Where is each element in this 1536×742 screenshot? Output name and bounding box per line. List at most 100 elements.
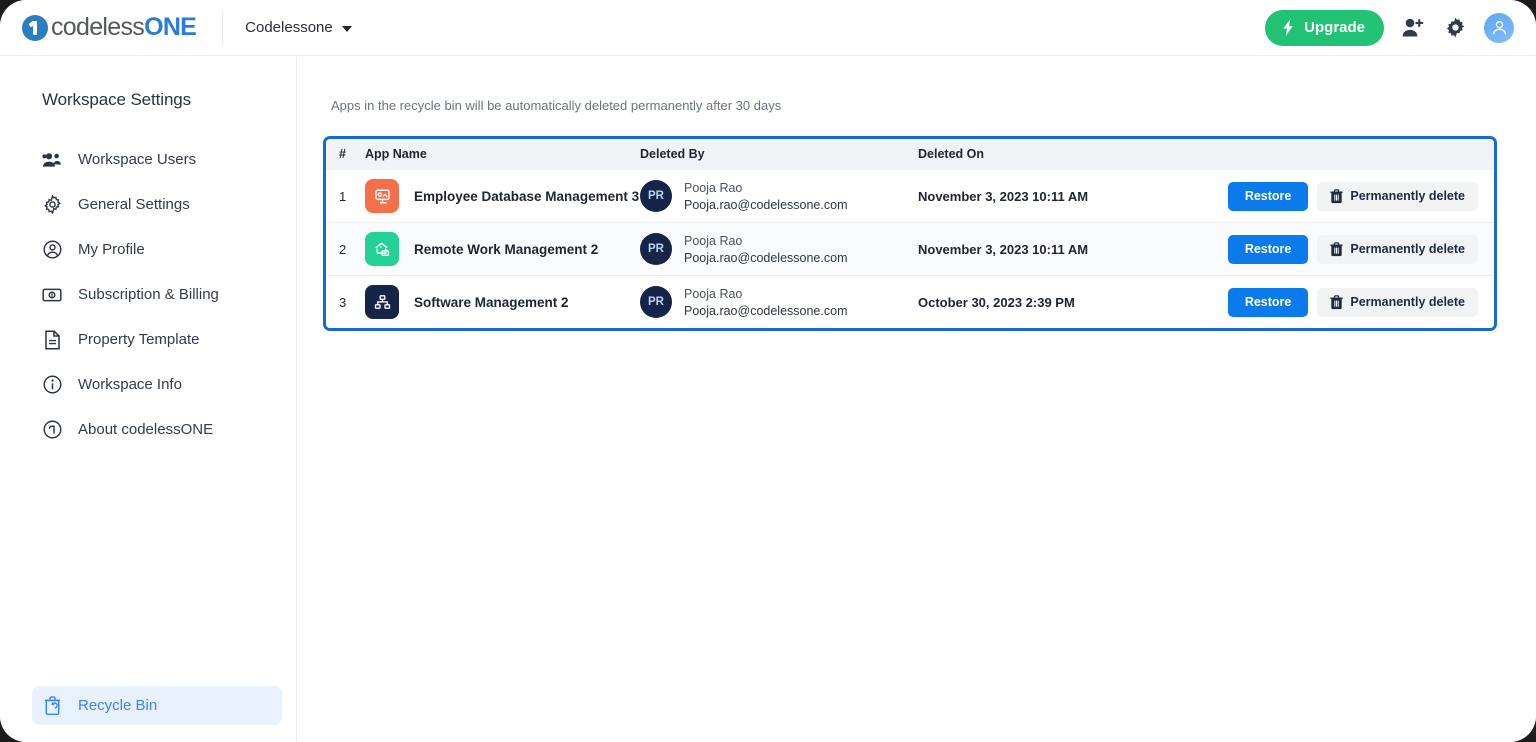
- user-circle-icon: [42, 240, 62, 260]
- permanently-delete-button[interactable]: Permanently delete: [1317, 287, 1478, 317]
- sidebar-nav-list: Workspace Users General Settings My Prof…: [32, 137, 282, 452]
- sidebar-item-recycle-bin[interactable]: Recycle Bin: [32, 686, 282, 725]
- sidebar-item-my-profile[interactable]: My Profile: [32, 227, 282, 272]
- upgrade-label: Upgrade: [1304, 19, 1365, 36]
- sidebar-item-label: Subscription & Billing: [78, 286, 219, 303]
- column-header-deleted-on: Deleted On: [918, 147, 984, 161]
- row-deleted-by-name: Pooja Rao: [684, 180, 743, 195]
- sidebar-item-subscription-billing[interactable]: Subscription & Billing: [32, 272, 282, 317]
- user-avatar[interactable]: [1484, 12, 1514, 43]
- row-deleted-by-name: Pooja Rao: [684, 286, 743, 301]
- row-index: 3: [339, 294, 347, 310]
- sidebar-item-workspace-info[interactable]: Workspace Info: [32, 362, 282, 407]
- sidebar-item-label: Workspace Users: [78, 151, 197, 168]
- add-user-icon: [1402, 18, 1424, 36]
- sidebar-item-label: Workspace Info: [78, 376, 182, 393]
- table-header-row: # App Name Deleted By Deleted On: [326, 139, 1494, 169]
- avatar: PR: [640, 180, 672, 212]
- sidebar-item-label: Property Template: [78, 331, 200, 348]
- sidebar-item-label: Recycle Bin: [78, 697, 158, 714]
- user-avatar-icon: [1492, 20, 1506, 35]
- app-window: codelessONE Codelessone Upgrade Workspac…: [0, 0, 1536, 742]
- recycle-bin-icon: [42, 696, 62, 716]
- row-deleted-on: October 30, 2023 2:39 PM: [918, 294, 1075, 310]
- row-app-name-cell: Remote Work Management 2: [365, 232, 640, 266]
- row-actions: Restore Permanently delete: [1208, 234, 1494, 264]
- brand-name-part-1: codeless: [51, 13, 145, 41]
- copyright-circle-icon: [42, 420, 62, 440]
- main-content: Apps in the recycle bin will be automati…: [298, 57, 1536, 742]
- restore-button[interactable]: Restore: [1227, 287, 1309, 317]
- header-actions: Upgrade: [1265, 9, 1514, 46]
- row-deleted-by-cell: PR Pooja Rao Pooja.rao@codelessone.com: [640, 233, 918, 265]
- trash-icon: [1330, 294, 1343, 309]
- recycle-bin-notice: Apps in the recycle bin will be automati…: [331, 98, 782, 113]
- row-deleted-by-email: Pooja.rao@codelessone.com: [684, 303, 848, 318]
- permanently-delete-label: Permanently delete: [1350, 189, 1465, 203]
- sidebar-item-label: My Profile: [78, 241, 145, 258]
- row-app-name: Remote Work Management 2: [414, 241, 599, 257]
- sitemap-hierarchy-icon: [365, 285, 399, 319]
- table-row[interactable]: 1 Employee Database Management 3 PR Pooj…: [326, 169, 1494, 222]
- sidebar-item-general-settings[interactable]: General Settings: [32, 182, 282, 227]
- home-work-icon: [365, 232, 399, 266]
- table-row[interactable]: 2 Remote Work Management 2 PR Pooja Rao …: [326, 222, 1494, 275]
- row-deleted-by-cell: PR Pooja Rao Pooja.rao@codelessone.com: [640, 180, 918, 212]
- permanently-delete-button[interactable]: Permanently delete: [1317, 234, 1478, 264]
- row-deleted-by-email: Pooja.rao@codelessone.com: [684, 197, 848, 212]
- monitor-presentation-icon: [365, 179, 399, 213]
- sidebar: Workspace Settings Workspace Users Gener…: [0, 57, 297, 742]
- add-user-button[interactable]: [1400, 15, 1426, 41]
- sidebar-title: Workspace Settings: [42, 90, 192, 109]
- restore-button[interactable]: Restore: [1227, 234, 1309, 264]
- row-app-name-cell: Employee Database Management 3: [365, 179, 640, 213]
- row-app-name: Employee Database Management 3: [414, 188, 640, 204]
- gear-icon: [1446, 17, 1464, 38]
- permanently-delete-label: Permanently delete: [1350, 242, 1465, 256]
- sidebar-item-property-template[interactable]: Property Template: [32, 317, 282, 362]
- info-circle-icon: [42, 375, 62, 395]
- permanently-delete-label: Permanently delete: [1350, 295, 1465, 309]
- sidebar-item-workspace-users[interactable]: Workspace Users: [32, 137, 282, 182]
- trash-icon: [1330, 241, 1343, 256]
- document-icon: [42, 330, 62, 350]
- table-row[interactable]: 3 Software Management 2 PR Pooja Rao Poo…: [326, 275, 1494, 328]
- workspace-name: Codelessone: [245, 19, 333, 36]
- row-deleted-on: November 3, 2023 10:11 AM: [918, 241, 1089, 257]
- brand-name-part-2: ONE: [144, 13, 197, 41]
- row-index: 1: [339, 188, 347, 204]
- row-deleted-on: November 3, 2023 10:11 AM: [918, 188, 1089, 204]
- brand-name: codelessONE: [51, 13, 197, 42]
- column-header-index: #: [339, 147, 346, 161]
- sidebar-item-about-codelessone[interactable]: About codelessONE: [32, 407, 282, 452]
- sidebar-item-label: General Settings: [78, 196, 190, 213]
- row-actions: Restore Permanently delete: [1208, 287, 1494, 317]
- chevron-down-icon: [341, 25, 352, 32]
- row-deleted-by-email: Pooja.rao@codelessone.com: [684, 250, 848, 265]
- column-header-app-name: App Name: [365, 147, 427, 161]
- recycle-bin-table: # App Name Deleted By Deleted On 1 Emplo…: [323, 136, 1497, 331]
- row-index: 2: [339, 241, 347, 257]
- column-header-deleted-by: Deleted By: [640, 147, 705, 161]
- row-deleted-by-name: Pooja Rao: [684, 233, 743, 248]
- upgrade-button[interactable]: Upgrade: [1265, 9, 1384, 46]
- row-deleted-by-cell: PR Pooja Rao Pooja.rao@codelessone.com: [640, 286, 918, 318]
- sidebar-item-label: About codelessONE: [78, 421, 214, 438]
- permanently-delete-button[interactable]: Permanently delete: [1317, 181, 1478, 211]
- restore-button[interactable]: Restore: [1227, 181, 1309, 211]
- banknote-icon: [42, 285, 62, 305]
- brand-logo[interactable]: codelessONE: [22, 0, 197, 56]
- trash-icon: [1330, 188, 1343, 203]
- workspace-selector[interactable]: Codelessone: [245, 19, 352, 36]
- avatar: PR: [640, 233, 672, 265]
- gear-icon: [42, 195, 62, 215]
- row-app-name-cell: Software Management 2: [365, 285, 640, 319]
- header-divider: [222, 11, 224, 44]
- row-app-name: Software Management 2: [414, 294, 569, 310]
- lightning-bolt-icon: [1283, 19, 1293, 36]
- avatar: PR: [640, 286, 672, 318]
- users-group-icon: [42, 150, 62, 170]
- settings-button[interactable]: [1442, 15, 1468, 41]
- row-actions: Restore Permanently delete: [1208, 181, 1494, 211]
- codeless-one-logo-icon: [22, 14, 48, 41]
